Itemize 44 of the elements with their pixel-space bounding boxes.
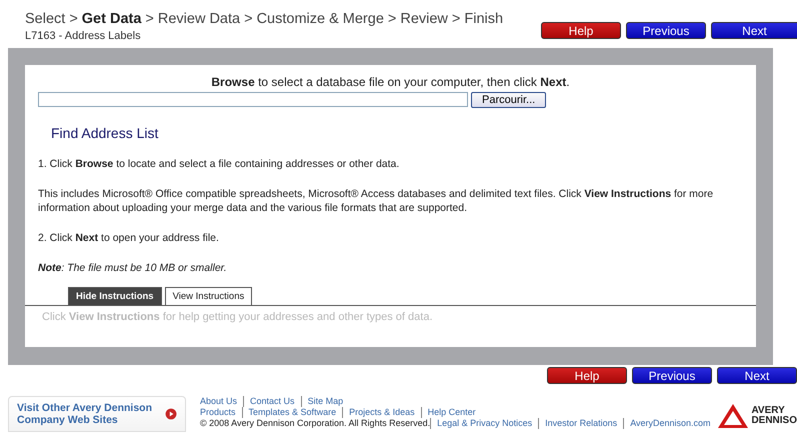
breadcrumb-step: Finish [464,11,504,27]
breadcrumb-step: Customize & Merge [256,11,384,27]
instruction-text: 2. Click Next to open your address file. [38,231,220,245]
hint-text: Click View Instructions for help getting your addresses and other types of data. [41,310,434,323]
nav-button[interactable]: Previous [632,367,712,384]
breadcrumb-step: Get Data [82,11,142,27]
breadcrumb-step: Review Data [158,11,240,27]
product-subtitle: L7163 - Address Labels [25,30,142,42]
footer-link[interactable]: AveryDennison.com [623,418,717,429]
breadcrumb-step: Review [400,11,448,27]
footer-link[interactable]: Investor Relations [538,418,624,429]
nav-button[interactable]: Previous [626,22,706,39]
instruction-text: This includes Microsoft® Office compatible spreadsheets, Microsoft® Access databases and delimited text files. Click View Instructions for more information about uploading your merge data and the various file formats that are supported. [38,187,714,215]
footer-link[interactable]: Site Map [300,396,350,407]
help-button[interactable]: Help [541,22,621,39]
visit-sites-button[interactable]: Visit Other Avery Dennison Company Web Sites [8,396,186,432]
footer-link[interactable]: Help Center [420,407,482,418]
footer-link[interactable]: Legal & Privacy Notices [430,418,538,429]
footer-link[interactable]: Projects & Ideas [342,407,421,418]
logo-text: DENNISO [751,416,797,426]
copyright-text: © 2008 Avery Dennison Corporation. All Rights Reserved. [200,418,430,429]
footer-link[interactable]: Products [200,407,242,418]
help-button[interactable]: Help [547,367,627,384]
browse-button[interactable]: Parcourir... [471,92,546,108]
footer-link[interactable]: Templates & Software [242,407,342,418]
note-text: Note: The file must be 10 MB or smaller. [38,261,228,275]
section-title: Find Address List [51,125,160,141]
browse-prompt: Browse to select a database file on your computer, then click Next. [210,75,571,89]
nav-button[interactable]: Next [711,22,797,39]
logo-text: AVERY [751,406,786,416]
instruction-text: 1. Click Browse to locate and select a file containing addresses or other data. [38,157,400,171]
breadcrumb-separator: > [69,11,78,27]
footer-link[interactable]: Contact Us [243,396,301,407]
breadcrumb-separator: > [452,11,460,27]
footer-link[interactable]: About Us [200,396,244,407]
file-path-field[interactable] [38,92,468,107]
instructions-tab[interactable]: View Instructions [164,287,252,305]
breadcrumb-separator: > [145,11,154,27]
breadcrumb-separator: > [388,11,396,27]
breadcrumb-step: Select [25,11,66,27]
breadcrumb-separator: > [244,11,253,27]
nav-button[interactable]: Next [717,367,797,384]
instructions-tab[interactable]: Hide Instructions [68,287,162,305]
triangle-logo-icon [717,403,750,429]
